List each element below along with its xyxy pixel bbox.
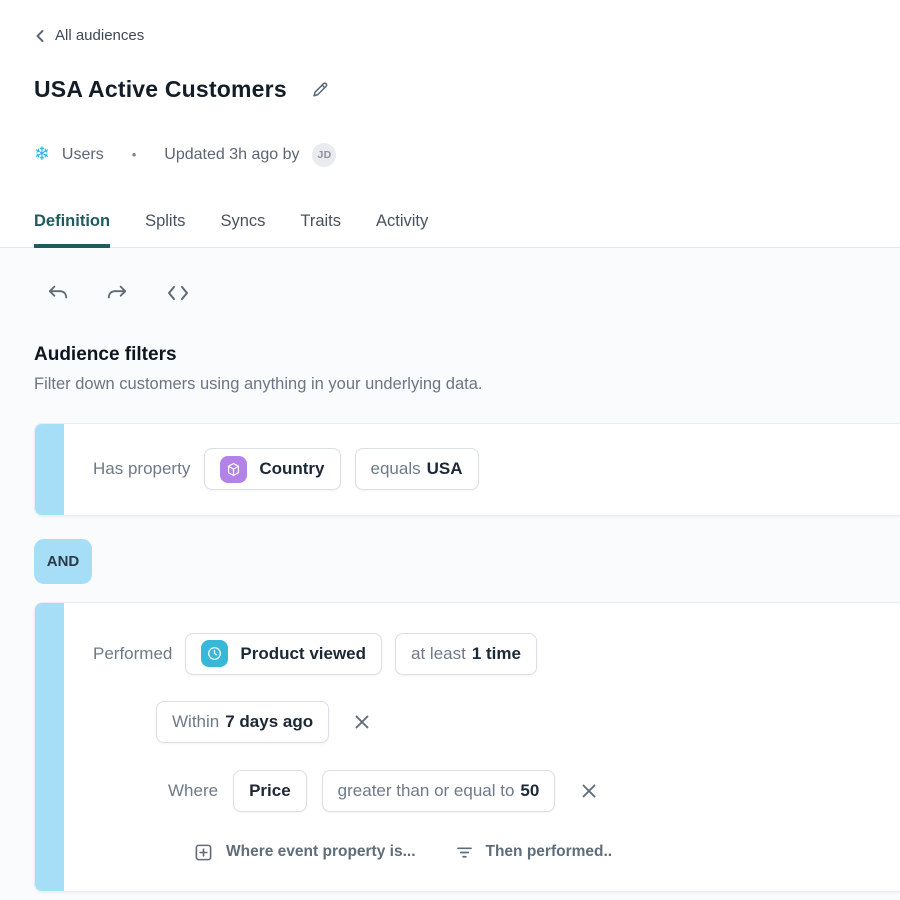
and-connector-badge[interactable]: AND: [34, 539, 92, 584]
redo-button[interactable]: [106, 283, 128, 303]
tab-traits[interactable]: Traits: [300, 212, 341, 248]
event-property-chip-price[interactable]: Price: [233, 770, 307, 812]
definition-panel: Audience filters Filter down customers u…: [0, 248, 900, 900]
back-link[interactable]: All audiences: [34, 27, 144, 44]
edit-title-button[interactable]: [309, 78, 332, 101]
clock-icon: [201, 640, 228, 667]
plus-square-icon: [194, 843, 213, 862]
remove-time-window-button[interactable]: [352, 712, 372, 732]
event-property-label: Price: [249, 781, 291, 801]
then-performed-button[interactable]: Then performed..: [456, 843, 613, 861]
condition-card-performed: Performed Product viewed at least 1 time: [34, 602, 900, 892]
property-chip-label: Country: [259, 459, 324, 479]
operator-text: equals: [371, 459, 421, 479]
tab-activity[interactable]: Activity: [376, 212, 428, 248]
window-operator-text: Within: [172, 712, 219, 732]
comparison-value: 50: [520, 781, 539, 801]
close-icon: [579, 781, 599, 801]
audience-meta: ❄ Users • Updated 3h ago by JD: [34, 143, 866, 167]
condition-accent-bar: [35, 424, 64, 515]
close-icon: [352, 712, 372, 732]
redo-icon: [106, 283, 128, 303]
snowflake-icon: ❄: [34, 145, 50, 164]
count-chip-at-least-1-time[interactable]: at least 1 time: [395, 633, 537, 675]
property-chip-country[interactable]: Country: [204, 448, 340, 490]
condition-card-has-property: Has property Country equals USA: [34, 423, 900, 516]
count-value: 1 time: [472, 644, 521, 664]
then-performed-label: Then performed..: [486, 843, 613, 861]
chevron-left-icon: [34, 29, 46, 43]
code-brackets-icon: [165, 283, 191, 303]
tab-definition[interactable]: Definition: [34, 212, 110, 248]
tab-splits[interactable]: Splits: [145, 212, 185, 248]
meta-separator: •: [132, 147, 137, 162]
tab-bar: Definition Splits Syncs Traits Activity: [0, 212, 900, 248]
page-title: USA Active Customers: [34, 76, 287, 103]
avatar[interactable]: JD: [312, 143, 336, 167]
cube-icon: [220, 456, 247, 483]
add-event-property-button[interactable]: Where event property is...: [194, 843, 416, 862]
tab-syncs[interactable]: Syncs: [220, 212, 265, 248]
add-event-property-label: Where event property is...: [226, 843, 416, 861]
audience-filters-subheading: Filter down customers using anything in …: [34, 375, 866, 394]
event-chip-product-viewed[interactable]: Product viewed: [185, 633, 382, 675]
condition-prefix-label: Has property: [93, 459, 190, 479]
condition-accent-bar: [35, 603, 64, 891]
undo-icon: [47, 283, 69, 303]
audience-filters-heading: Audience filters: [34, 344, 866, 366]
event-chip-label: Product viewed: [240, 644, 366, 664]
undo-button[interactable]: [47, 283, 69, 303]
code-view-button[interactable]: [165, 283, 191, 303]
where-label: Where: [168, 781, 218, 801]
window-value: 7 days ago: [225, 712, 313, 732]
filter-lines-icon: [456, 845, 473, 860]
operator-chip-equals-usa[interactable]: equals USA: [355, 448, 479, 490]
pencil-icon: [311, 80, 330, 99]
editor-toolbar: [0, 248, 900, 303]
audience-type-label: Users: [62, 146, 104, 164]
condition-prefix-label: Performed: [93, 644, 172, 664]
time-window-chip[interactable]: Within 7 days ago: [156, 701, 329, 743]
count-operator-text: at least: [411, 644, 466, 664]
page-header: All audiences USA Active Customers ❄ Use…: [0, 0, 900, 248]
updated-text: Updated 3h ago by: [164, 146, 299, 164]
back-link-label: All audiences: [55, 27, 144, 44]
operator-value: USA: [427, 459, 463, 479]
comparison-operator-text: greater than or equal to: [338, 781, 515, 801]
remove-property-filter-button[interactable]: [579, 781, 599, 801]
comparison-chip-gte-50[interactable]: greater than or equal to 50: [322, 770, 556, 812]
